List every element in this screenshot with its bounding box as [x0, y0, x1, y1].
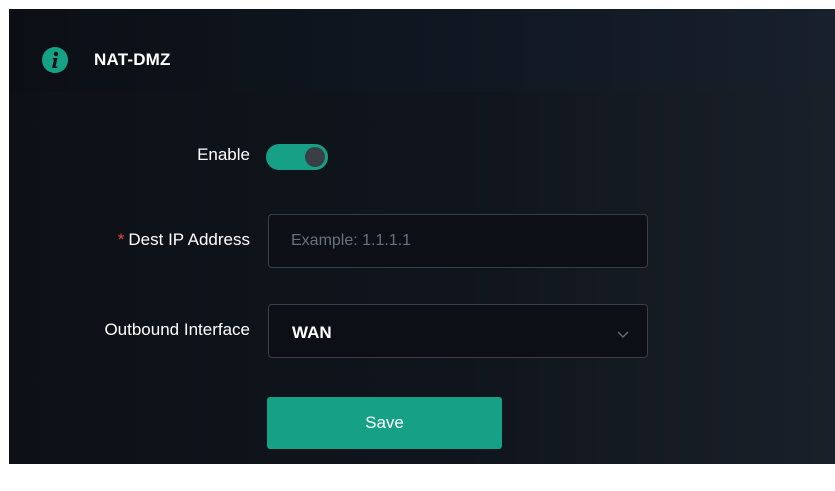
dest-ip-input[interactable] — [269, 215, 647, 267]
required-mark: * — [117, 230, 125, 249]
outbound-interface-label: Outbound Interface — [104, 320, 250, 339]
outbound-interface-select[interactable]: WAN — [268, 304, 648, 358]
dest-ip-label: * Dest IP Address — [118, 230, 250, 250]
enable-label: Enable — [197, 145, 250, 164]
toggle-knob — [305, 147, 325, 167]
nat-dmz-panel: NAT-DMZ Enable *Dest IP Address Outbound… — [9, 9, 835, 464]
dest-ip-label-text: Dest IP Address — [128, 230, 250, 249]
info-icon — [42, 47, 68, 73]
dest-ip-field — [268, 214, 648, 268]
save-button[interactable]: Save — [267, 397, 502, 449]
page-title: NAT-DMZ — [94, 50, 171, 69]
enable-toggle[interactable] — [266, 144, 328, 170]
chevron-down-icon — [617, 326, 629, 344]
panel-header: NAT-DMZ — [9, 9, 835, 92]
outbound-interface-value: WAN — [292, 323, 332, 342]
